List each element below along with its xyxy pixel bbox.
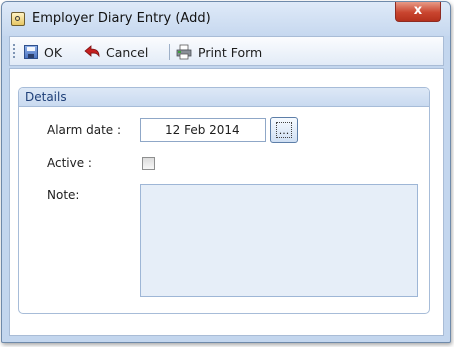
note-label: Note: — [47, 188, 80, 202]
alarm-date-label: Alarm date : — [47, 123, 122, 137]
cancel-label: Cancel — [106, 44, 149, 60]
toolbar: OK Cancel Print Form — [9, 36, 444, 66]
toolbar-separator — [169, 44, 170, 60]
active-label: Active : — [47, 156, 92, 170]
note-textarea[interactable] — [140, 184, 418, 297]
alarm-date-field[interactable]: 12 Feb 2014 — [140, 118, 266, 142]
save-icon — [24, 45, 38, 59]
ok-label: OK — [44, 44, 63, 60]
undo-arrow-icon — [84, 45, 100, 58]
close-button[interactable]: x — [395, 2, 441, 22]
details-header: Details — [19, 88, 429, 107]
app-icon — [11, 12, 25, 26]
printer-icon — [176, 44, 192, 60]
cancel-button[interactable]: Cancel — [84, 43, 148, 61]
title-bar[interactable]: Employer Diary Entry (Add) x — [2, 2, 450, 36]
active-checkbox[interactable] — [142, 157, 155, 170]
print-form-label: Print Form — [198, 44, 263, 60]
date-picker-button[interactable]: ... — [270, 117, 298, 143]
ok-button[interactable]: OK — [24, 43, 62, 61]
toolbar-grip[interactable] — [13, 44, 15, 60]
window-title: Employer Diary Entry (Add) — [32, 11, 211, 26]
date-picker-label: ... — [278, 124, 290, 137]
print-form-button[interactable]: Print Form — [176, 43, 262, 61]
